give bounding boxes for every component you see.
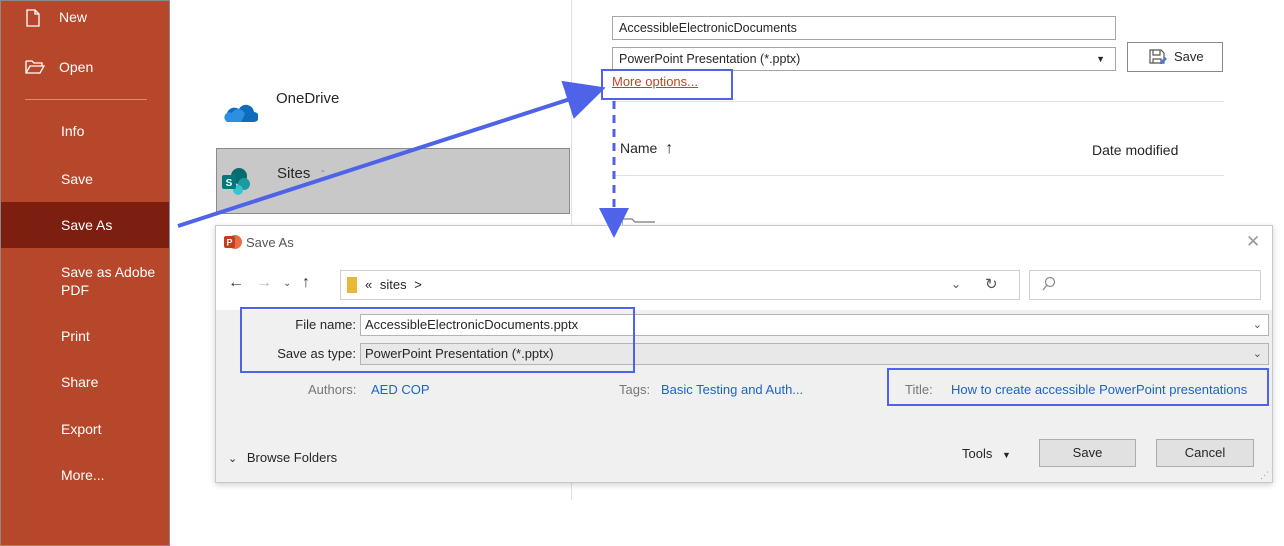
backstage-filename-input[interactable]: AccessibleElectronicDocuments: [612, 16, 1116, 40]
nav-item-label: Info: [61, 123, 85, 139]
dropdown-arrow-icon: ▼: [1001, 450, 1011, 460]
backstage-save-button[interactable]: Save: [1127, 42, 1223, 72]
nav-item-open[interactable]: Open: [1, 59, 169, 89]
address-dropdown-chevron-icon[interactable]: ⌄: [951, 277, 961, 291]
location-label: Sites: [277, 165, 311, 182]
nav-item-print[interactable]: Print: [1, 328, 169, 352]
nav-separator: [25, 99, 147, 100]
location-sites[interactable]: S Sites -: [216, 148, 570, 214]
breadcrumb-chevron[interactable]: >: [414, 277, 422, 292]
folder-icon: [347, 277, 357, 293]
nav-item-label: Open: [59, 59, 94, 75]
column-name-label: Name: [620, 140, 658, 156]
nav-item-label: Save: [61, 171, 93, 187]
nav-item-new[interactable]: New: [1, 9, 169, 39]
save-label: Save: [1174, 49, 1204, 64]
chevron-down-icon: ⌄: [228, 453, 238, 465]
tools-label: Tools: [962, 446, 993, 461]
address-bar[interactable]: « sites > ⌄ ↻: [340, 270, 1020, 300]
column-header-name[interactable]: Name ↑: [620, 140, 673, 158]
folder-open-icon: [25, 59, 45, 75]
search-input[interactable]: [1029, 270, 1261, 300]
breadcrumb-overflow[interactable]: «: [365, 277, 372, 292]
highlight-box-more-options: [601, 69, 733, 100]
nav-item-label: Save as Adobe PDF: [61, 264, 156, 298]
refresh-icon[interactable]: ↻: [985, 275, 998, 293]
nav-item-label: Share: [61, 374, 99, 390]
nav-item-label: More...: [61, 467, 105, 483]
chevron-down-icon: ⌄: [1252, 319, 1262, 331]
svg-text:P: P: [226, 238, 232, 248]
dialog-cancel-button[interactable]: Cancel: [1156, 439, 1254, 467]
nav-item-export[interactable]: Export: [1, 421, 169, 445]
nav-item-info[interactable]: Info: [1, 123, 169, 147]
nav-item-share[interactable]: Share: [1, 374, 169, 398]
highlight-box-title: [887, 368, 1269, 406]
powerpoint-icon: P: [224, 234, 242, 250]
nav-item-more[interactable]: More...: [1, 467, 169, 491]
nav-item-save[interactable]: Save: [1, 171, 169, 195]
sort-up-arrow-icon: ↑: [665, 140, 674, 157]
nav-item-label: Save As: [61, 217, 113, 233]
dialog-title: Save As: [246, 235, 294, 250]
nav-item-save-as[interactable]: Save As: [1, 202, 169, 248]
browse-folders-label: Browse Folders: [246, 450, 338, 465]
onedrive-cloud-icon: [222, 102, 258, 124]
nav-item-save-as-adobe-pdf[interactable]: Save as Adobe PDF: [1, 263, 169, 303]
nav-item-label: Print: [61, 328, 90, 344]
browse-folders-toggle[interactable]: ⌄ Browse Folders: [228, 450, 337, 465]
svg-text:S: S: [226, 178, 233, 189]
back-arrow-icon[interactable]: ←: [228, 274, 244, 292]
dialog-save-button[interactable]: Save: [1039, 439, 1136, 467]
breadcrumb: « sites >: [365, 277, 422, 292]
authors-label: Authors:: [308, 382, 357, 397]
close-icon[interactable]: ✕: [1246, 232, 1260, 252]
nav-item-label: New: [59, 9, 88, 25]
recent-locations-chevron-icon[interactable]: ⌄: [283, 278, 291, 289]
forward-arrow-icon[interactable]: →: [256, 274, 272, 292]
highlight-box-file-fields: [240, 307, 635, 373]
column-header-date[interactable]: Date modified: [1092, 142, 1178, 158]
location-suffix: -: [321, 165, 325, 177]
location-label: OneDrive: [276, 90, 340, 107]
tags-value[interactable]: Basic Testing and Auth...: [661, 382, 803, 397]
new-document-icon: [25, 9, 41, 27]
authors-value[interactable]: AED COP: [371, 382, 430, 397]
divider: [612, 101, 1224, 102]
tools-dropdown[interactable]: Tools ▼: [962, 446, 1011, 461]
tags-label: Tags:: [619, 382, 651, 397]
sharepoint-icon: S: [221, 167, 251, 195]
divider: [612, 175, 1224, 176]
filetype-value: PowerPoint Presentation (*.pptx): [619, 52, 801, 66]
breadcrumb-item-sites[interactable]: sites: [380, 277, 407, 292]
up-arrow-icon[interactable]: ↑: [302, 274, 310, 292]
chevron-down-icon: ⌄: [1252, 348, 1262, 360]
location-onedrive[interactable]: OneDrive: [216, 78, 570, 144]
dropdown-arrow-icon: ▼: [1096, 54, 1105, 64]
backstage-filetype-select[interactable]: PowerPoint Presentation (*.pptx) ▼: [612, 47, 1116, 71]
search-icon: [1042, 276, 1056, 292]
save-disk-icon: [1148, 48, 1168, 66]
backstage-nav: New Open Info Save Save As Save as Adobe…: [0, 0, 170, 546]
resize-grip-icon[interactable]: ⋰: [1260, 470, 1269, 481]
nav-item-label: Export: [61, 421, 102, 437]
